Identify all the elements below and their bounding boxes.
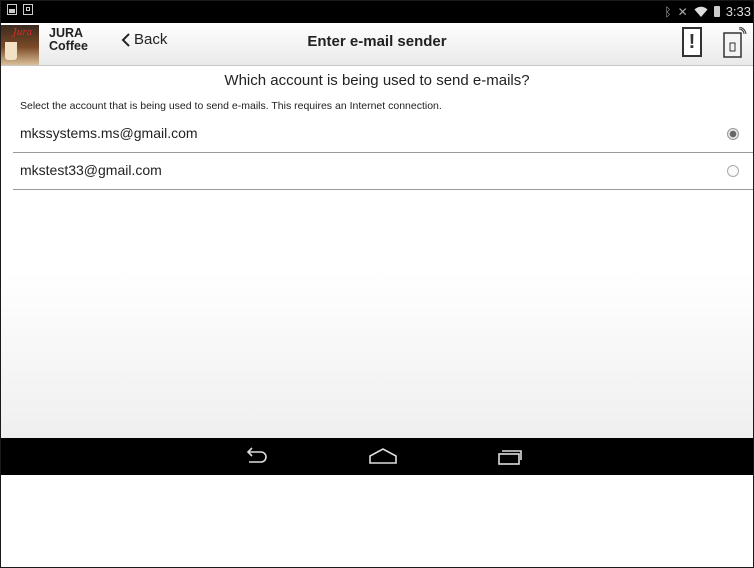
recents-nav-icon[interactable] [497,446,523,466]
jura-logo-script: Jura [13,28,33,38]
clipboard-icon [23,4,33,15]
coffee-cup-icon [5,42,17,60]
page-title: Enter e-mail sender [307,33,447,50]
device-frame: ᛒ ✕ 3:33 Jura JURA Coffee Back Enter e-m… [0,0,754,568]
navigation-bar [1,438,753,475]
bluetooth-icon: ᛒ [664,4,672,19]
radio-selected[interactable] [727,128,739,140]
back-button[interactable]: Back [121,31,167,48]
back-label: Back [134,31,168,48]
brand-name: JURA Coffee [49,27,88,53]
status-left [7,4,33,15]
account-email: mkstest33@gmail.com [20,162,162,178]
chevron-left-icon [121,32,130,47]
image-icon [7,4,17,15]
wifi-icon [694,6,708,17]
clock: 3:33 [725,4,751,19]
alert-button[interactable]: ! [682,27,702,57]
hint-text: Select the account that is being used to… [20,100,442,112]
brand-line2: Coffee [49,39,88,53]
coffee-machine-icon[interactable] [721,27,747,59]
account-email: mkssystems.ms@gmail.com [20,125,198,141]
battery-icon [713,6,720,17]
mute-icon: ✕ [677,4,688,19]
account-row[interactable]: mkssystems.ms@gmail.com [13,116,753,153]
home-nav-icon[interactable] [368,446,398,466]
main-content: Which account is being used to send e-ma… [1,66,753,438]
status-right: ᛒ ✕ 3:33 [664,4,751,19]
jura-logo: Jura [1,25,39,65]
app-header: Jura JURA Coffee Back Enter e-mail sende… [1,23,753,66]
radio-unselected[interactable] [727,165,739,177]
question-heading: Which account is being used to send e-ma… [224,72,530,89]
back-nav-icon[interactable] [243,446,269,466]
status-bar: ᛒ ✕ 3:33 [1,1,753,23]
account-row[interactable]: mkstest33@gmail.com [13,153,753,190]
alert-icon: ! [688,30,696,53]
